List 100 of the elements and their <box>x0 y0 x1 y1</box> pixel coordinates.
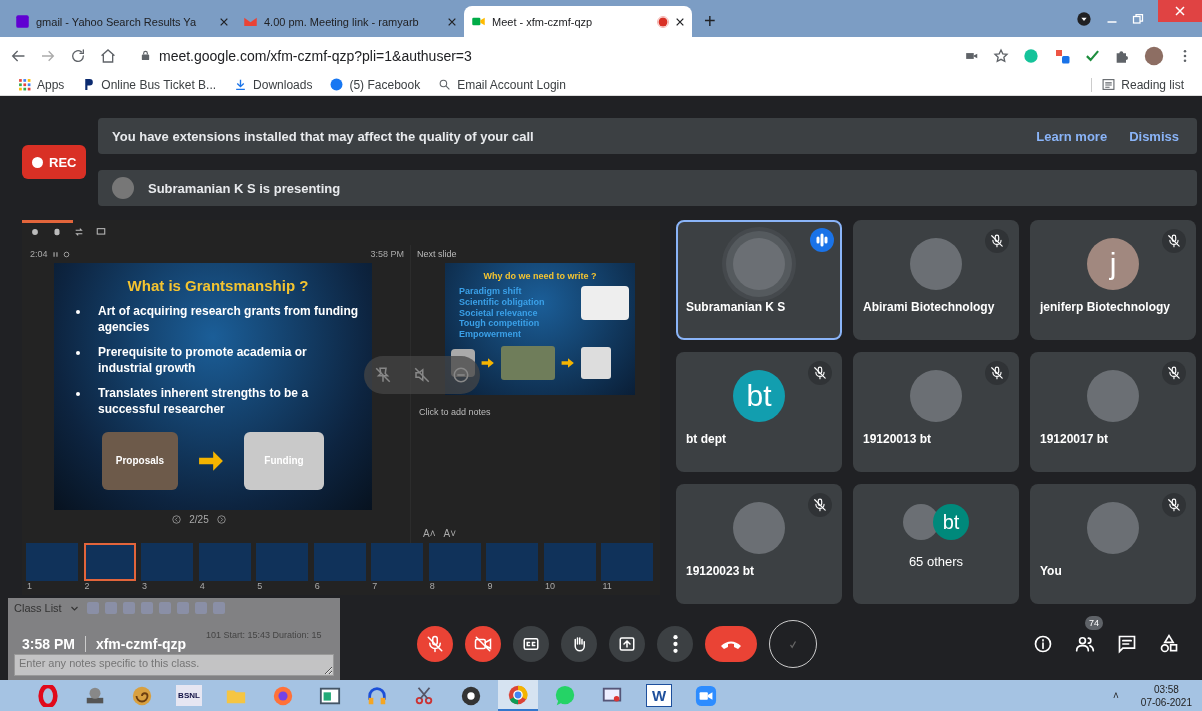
participant-tile[interactable]: 19120017 bt <box>1030 352 1196 472</box>
close-icon[interactable] <box>447 16 457 27</box>
presentation-clock: 3:58 PM <box>370 249 404 259</box>
slide-thumbnail[interactable] <box>141 543 194 581</box>
star-icon[interactable] <box>993 47 1009 64</box>
bookmark-favicon-icon <box>82 78 96 91</box>
close-window-button[interactable] <box>1158 0 1202 22</box>
bookmark-link[interactable]: Online Bus Ticket B... <box>82 77 217 92</box>
people-button[interactable] <box>1075 634 1095 654</box>
slide-thumbnail[interactable] <box>26 543 78 581</box>
present-button[interactable] <box>609 626 645 662</box>
activities-button[interactable] <box>1159 634 1179 654</box>
bookmark-link[interactable]: Downloads <box>234 77 313 92</box>
bookmark-link[interactable]: Apps <box>18 77 65 92</box>
participant-tile[interactable]: bt 65 others <box>853 484 1019 604</box>
checkmark-icon[interactable] <box>1085 48 1100 63</box>
clock-time: 03:58 <box>1153 682 1179 696</box>
banner-action-link[interactable]: Learn more <box>1032 128 1112 144</box>
shapes-icon <box>1159 634 1179 654</box>
close-icon[interactable] <box>219 16 229 27</box>
participant-tile[interactable]: Subramanian K S <box>676 220 842 340</box>
info-icon <box>1033 634 1053 654</box>
participant-name: jeniferp Biotechnology <box>1038 299 1171 314</box>
camera-button[interactable] <box>465 626 501 662</box>
participant-tile[interactable]: Abirami Biotechnology <box>853 220 1019 340</box>
participant-tile[interactable]: j jeniferp Biotechnology <box>1030 220 1196 340</box>
participant-tile[interactable]: You <box>1030 484 1196 604</box>
participant-tile[interactable]: bt bt dept <box>676 352 842 472</box>
pin-icon[interactable] <box>374 366 393 384</box>
slide-thumbnail[interactable] <box>486 543 539 581</box>
slide-thumbnail[interactable] <box>83 543 136 581</box>
screen-icon[interactable] <box>96 227 106 237</box>
close-icon[interactable] <box>675 16 685 27</box>
reload-icon[interactable] <box>70 47 86 64</box>
scissors-icon <box>413 684 435 707</box>
speaker-notes[interactable]: Click to add notes <box>415 395 660 417</box>
meeting-time: 3:58 PM <box>22 636 75 652</box>
bookmark-link[interactable]: (5) Facebook <box>330 77 421 92</box>
profile-dot-icon[interactable] <box>1076 10 1092 27</box>
previous-slide-icon[interactable] <box>172 514 182 524</box>
captions-button[interactable] <box>513 626 549 662</box>
browser-tab[interactable]: gmail - Yahoo Search Results Ya <box>8 6 236 37</box>
recording-button[interactable]: REC <box>22 145 86 179</box>
notes-field[interactable]: Enter any notes specific to this class. <box>14 654 334 676</box>
facebook-icon <box>330 78 344 91</box>
slide-thumbnail[interactable] <box>313 543 366 581</box>
headphones-icon <box>366 684 388 707</box>
pen-icon[interactable] <box>30 227 40 237</box>
slide-title: What is Grantsmanship ? <box>126 277 310 294</box>
new-tab-button[interactable]: + <box>692 6 728 37</box>
hand-button[interactable] <box>561 626 597 662</box>
avatar-photo-placeholder <box>1087 370 1139 422</box>
banner-action-link[interactable]: Dismiss <box>1125 128 1183 144</box>
more-button[interactable] <box>657 626 693 662</box>
restore-icon[interactable] <box>1132 12 1144 25</box>
taskbar-app[interactable]: BSNL <box>169 680 209 711</box>
next-slide-icon[interactable] <box>216 514 226 524</box>
slide-thumbnail[interactable] <box>371 543 424 581</box>
presentation-timer: 2:04 <box>30 249 48 259</box>
slide-thumbnail[interactable] <box>543 543 596 581</box>
avatar-placeholder <box>112 177 134 199</box>
slide-number: 3 <box>141 581 148 592</box>
slide-thumbnail[interactable] <box>601 543 654 581</box>
browser-tab[interactable]: Meet - xfm-czmf-qzp <box>464 6 692 37</box>
font-size-button[interactable]: A˅ <box>443 528 457 539</box>
slide-number: 10 <box>543 581 555 592</box>
next-slide-item: Societal relevance <box>459 307 539 319</box>
next-slide-item: Tough competition <box>459 318 541 330</box>
chat-button[interactable] <box>1117 634 1137 654</box>
circle-extension-icon[interactable] <box>1023 47 1039 64</box>
bullet-dot <box>76 310 80 314</box>
profile-avatar-icon[interactable] <box>1144 45 1164 66</box>
slide-bullet-text: Prerequisite to promote academia or industrial growth <box>98 345 308 377</box>
show-hidden-icons-button[interactable]: ˄ <box>1113 690 1119 701</box>
restart-icon[interactable] <box>62 250 70 258</box>
mute-speaker-icon[interactable] <box>413 366 431 384</box>
camera-off-icon <box>474 635 492 653</box>
leave-call-button[interactable] <box>705 626 757 662</box>
reading-list-link[interactable]: Reading list <box>1091 77 1184 92</box>
minus-circle-icon[interactable] <box>451 366 470 384</box>
swap-icon[interactable] <box>74 227 84 237</box>
mic-button[interactable] <box>417 626 453 662</box>
chat-icon <box>1117 634 1137 654</box>
slide-thumbnail[interactable] <box>198 543 251 581</box>
font-size-button[interactable]: A˄ <box>423 528 436 539</box>
home-icon[interactable] <box>100 47 116 64</box>
next-slide-label: Next slide <box>416 248 458 261</box>
count-badge: 74 <box>1085 616 1103 630</box>
info-button[interactable] <box>1033 634 1053 654</box>
eraser-icon[interactable] <box>52 227 62 237</box>
avatar-photo-placeholder <box>910 238 962 290</box>
pause-icon[interactable] <box>51 250 59 258</box>
slide-thumbnail[interactable] <box>256 543 309 581</box>
participant-name: Abirami Biotechnology <box>862 299 996 314</box>
browser-tab[interactable]: 4.00 pm. Meeting link - ramyarb <box>236 6 464 37</box>
participant-tile[interactable]: 19120023 bt <box>676 484 842 604</box>
participant-tile[interactable]: 19120013 bt <box>853 352 1019 472</box>
slide-counter: 2/25 <box>189 513 209 525</box>
bookmark-link[interactable]: Email Account Login <box>438 77 566 92</box>
slide-thumbnail[interactable] <box>428 543 481 581</box>
